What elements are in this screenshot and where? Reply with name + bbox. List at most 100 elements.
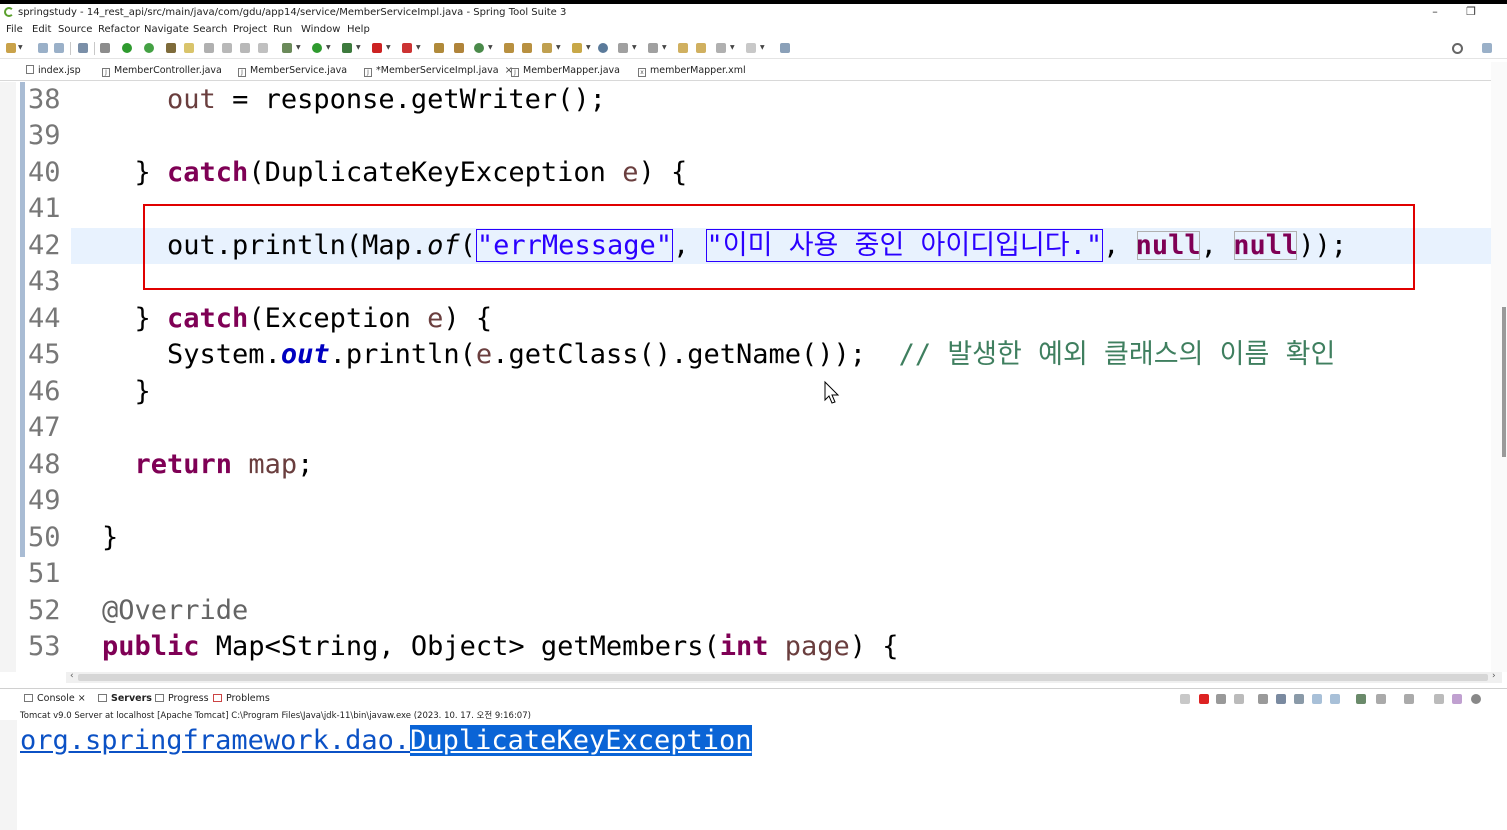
menu-window[interactable]: Window	[301, 24, 340, 35]
chevron-down-icon[interactable]: ▼	[296, 44, 301, 51]
spring-boot-icon[interactable]	[122, 43, 132, 53]
chevron-down-icon[interactable]: ▼	[488, 44, 493, 51]
pin-editor-icon[interactable]	[780, 43, 790, 53]
last-edit-icon[interactable]	[678, 43, 688, 53]
chevron-down-icon[interactable]: ▼	[662, 44, 667, 51]
tab-member-service[interactable]: J MemberService.java	[238, 65, 347, 77]
debug-icon[interactable]	[282, 43, 292, 53]
menu-search[interactable]: Search	[193, 24, 227, 35]
exception-class-link[interactable]: DuplicateKeyException	[410, 725, 752, 756]
menu-navigate[interactable]: Navigate	[144, 24, 189, 35]
menu-edit[interactable]: Edit	[32, 24, 51, 35]
save-all-icon[interactable]	[54, 43, 64, 53]
external-tools-icon[interactable]	[402, 43, 412, 53]
restore-button[interactable]: ❐	[1456, 5, 1486, 21]
tab-servers[interactable]: Servers	[98, 693, 152, 704]
toggle-icon[interactable]	[204, 43, 214, 53]
skip-breakpoints-icon[interactable]	[100, 43, 110, 53]
new-icon[interactable]	[6, 43, 16, 53]
chevron-down-icon[interactable]: ▼	[386, 44, 391, 51]
chevron-down-icon[interactable]: ▼	[760, 44, 765, 51]
code-editor[interactable]: 38 39 40 41 42 43 44 45 46 47 48 49 50 5…	[16, 82, 1491, 672]
java-file-icon: J	[364, 68, 372, 77]
open-perspective-icon[interactable]	[1482, 43, 1492, 53]
back-history-icon[interactable]	[696, 43, 706, 53]
scroll-left-icon[interactable]: ‹	[70, 671, 74, 681]
remove-icon[interactable]	[1216, 694, 1226, 704]
menu-help[interactable]: Help	[347, 24, 370, 35]
terminate-icon[interactable]	[1199, 694, 1209, 704]
run-icon[interactable]	[312, 43, 322, 53]
tab-problems[interactable]: Problems	[213, 693, 270, 704]
display-console-icon[interactable]	[1376, 694, 1386, 704]
menu-run[interactable]: Run	[273, 24, 292, 35]
word-wrap-icon[interactable]	[1294, 694, 1304, 704]
open-type-icon[interactable]	[166, 43, 176, 53]
show-on-error-icon[interactable]	[1330, 694, 1340, 704]
chevron-down-icon[interactable]: ▼	[586, 44, 591, 51]
line-number: 48	[28, 449, 61, 480]
search-files-icon[interactable]	[572, 43, 582, 53]
remove-all-icon[interactable]	[1234, 694, 1244, 704]
mark-occurrences-icon[interactable]	[184, 43, 194, 53]
tab-member-mapper[interactable]: J MemberMapper.java	[511, 65, 620, 77]
chevron-down-icon[interactable]: ▼	[632, 44, 637, 51]
chevron-down-icon[interactable]: ▼	[730, 44, 735, 51]
new-package-icon[interactable]	[454, 43, 464, 53]
console-exception-line[interactable]: org.springframework.dao.DuplicateKeyExce…	[20, 725, 752, 756]
horizontal-scrollbar[interactable]: ‹ ›	[66, 671, 1502, 683]
block-selection-icon[interactable]	[240, 43, 250, 53]
globe-icon[interactable]	[598, 43, 608, 53]
tab-console[interactable]: Console ×	[24, 693, 86, 704]
next-annotation-icon[interactable]	[618, 43, 628, 53]
save-icon[interactable]	[38, 43, 48, 53]
tab-member-service-impl[interactable]: J *MemberServiceImpl.java ×	[364, 65, 513, 77]
menu-project[interactable]: Project	[233, 24, 267, 35]
remove-launch-icon[interactable]	[1180, 694, 1190, 704]
menu-file[interactable]: File	[6, 24, 23, 35]
coverage-icon[interactable]	[342, 43, 352, 53]
open-task-icon[interactable]	[522, 43, 532, 53]
tab-member-mapper-xml[interactable]: x memberMapper.xml	[638, 65, 746, 77]
scroll-right-icon[interactable]: ›	[1492, 671, 1496, 681]
minimize-view-icon[interactable]	[1434, 694, 1444, 704]
refresh-icon[interactable]	[144, 43, 154, 53]
scrollbar-thumb[interactable]	[1502, 307, 1506, 457]
gear-icon[interactable]	[1471, 694, 1481, 704]
chevron-down-icon[interactable]: ▼	[18, 44, 23, 51]
previous-annotation-icon[interactable]	[648, 43, 658, 53]
forward-arrow-icon[interactable]	[746, 43, 756, 53]
show-whitespace-icon[interactable]	[258, 43, 268, 53]
menu-source[interactable]: Source	[58, 24, 92, 35]
tab-member-controller[interactable]: J MemberController.java	[102, 65, 222, 77]
open-folder-icon[interactable]	[504, 43, 514, 53]
word-wrap-icon[interactable]	[222, 43, 232, 53]
chevron-down-icon[interactable]: ▼	[556, 44, 561, 51]
search-icon[interactable]	[1452, 43, 1463, 54]
chevron-down-icon[interactable]: ▼	[356, 44, 361, 51]
menu-refactor[interactable]: Refactor	[98, 24, 140, 35]
close-icon[interactable]: ×	[78, 693, 86, 704]
show-on-output-icon[interactable]	[1312, 694, 1322, 704]
minimize-button[interactable]: –	[1420, 5, 1450, 21]
vertical-scrollbar[interactable]	[1491, 62, 1507, 672]
clear-console-icon[interactable]	[1258, 694, 1268, 704]
tab-progress[interactable]: Progress	[155, 693, 209, 704]
scroll-lock-icon[interactable]	[1276, 694, 1286, 704]
code-line-50: }	[102, 522, 119, 553]
chevron-down-icon[interactable]: ▼	[416, 44, 421, 51]
pin-console-icon[interactable]	[1356, 694, 1366, 704]
chevron-down-icon[interactable]: ▼	[326, 44, 331, 51]
exception-package-link[interactable]: org.springframework.dao.	[20, 725, 410, 756]
new-class-icon[interactable]	[474, 43, 484, 53]
back-arrow-icon[interactable]	[716, 43, 726, 53]
open-console-icon[interactable]	[1404, 694, 1414, 704]
scrollbar-thumb[interactable]	[78, 674, 1488, 681]
new-java-project-icon[interactable]	[434, 43, 444, 53]
console-output[interactable]: org.springframework.dao.DuplicateKeyExce…	[0, 720, 1507, 830]
maximize-view-icon[interactable]	[1452, 694, 1462, 704]
stop-icon[interactable]	[372, 43, 382, 53]
terminal-icon[interactable]	[78, 43, 88, 53]
pen-icon[interactable]	[542, 43, 552, 53]
tab-index-jsp[interactable]: index.jsp	[26, 65, 81, 76]
